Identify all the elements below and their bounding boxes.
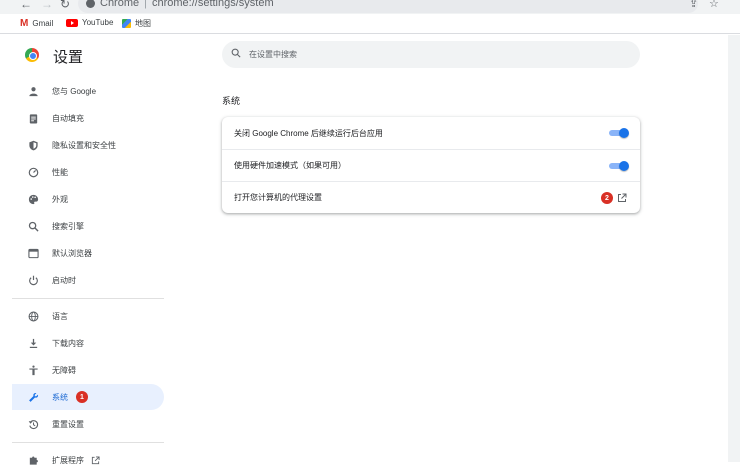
section-title: 系统	[222, 96, 241, 106]
open-in-new-icon	[91, 455, 100, 464]
sidebar-item-reset[interactable]: 重置设置	[12, 411, 164, 437]
clipboard-icon	[27, 112, 39, 124]
share-icon[interactable]: ⇪	[689, 0, 698, 10]
sidebar: 您与 Google 自动填充 隐私设置和安全性 性能 外观 搜索引擎 默认浏览器	[12, 35, 170, 465]
search-icon	[231, 48, 241, 58]
bookmark-star-icon[interactable]: ☆	[709, 0, 719, 10]
sidebar-item-label: 外观	[52, 194, 68, 204]
sidebar-item-label: 扩展程序	[52, 455, 84, 465]
bookmark-maps[interactable]: 地图	[122, 18, 151, 29]
sidebar-item-performance[interactable]: 性能	[12, 159, 164, 185]
settings-page: 设置 在设置中搜索 您与 Google 自动填充 隐私设置和安全性 性能 外观 …	[0, 35, 740, 465]
wrench-icon	[27, 391, 39, 403]
reload-icon[interactable]: ↻	[60, 0, 70, 11]
bookmarks-bar: M Gmail YouTube 地图	[0, 14, 740, 34]
open-in-new-icon[interactable]	[617, 193, 627, 203]
sidebar-item-label: 搜索引擎	[52, 221, 84, 231]
sidebar-item-on-startup[interactable]: 启动时	[12, 267, 164, 293]
sidebar-item-label: 默认浏览器	[52, 248, 92, 258]
sidebar-divider	[12, 442, 164, 443]
sidebar-item-accessibility[interactable]: 无障碍	[12, 357, 164, 383]
browser-icon	[27, 247, 39, 259]
annotation-badge: 2	[601, 192, 613, 204]
sidebar-item-languages[interactable]: 语言	[12, 303, 164, 329]
accessibility-icon	[27, 364, 39, 376]
address-text: Chrome | chrome://settings/system	[100, 0, 274, 9]
bookmark-gmail[interactable]: M Gmail	[20, 18, 53, 29]
download-icon	[27, 337, 39, 349]
sidebar-item-you-and-google[interactable]: 您与 Google	[12, 78, 164, 104]
window-frame-edge	[728, 35, 740, 462]
sidebar-item-appearance[interactable]: 外观	[12, 186, 164, 212]
bookmark-youtube[interactable]: YouTube	[66, 18, 113, 27]
youtube-icon	[66, 18, 78, 27]
search-icon	[27, 220, 39, 232]
setting-row-background-apps[interactable]: 关闭 Google Chrome 后继续运行后台应用	[222, 117, 640, 149]
sidebar-item-autofill[interactable]: 自动填充	[12, 105, 164, 131]
setting-label: 关闭 Google Chrome 后继续运行后台应用	[234, 128, 383, 138]
address-url: chrome://settings/system	[151, 0, 274, 9]
sidebar-item-downloads[interactable]: 下载内容	[12, 330, 164, 356]
sidebar-item-label: 下载内容	[52, 338, 84, 348]
sidebar-item-privacy[interactable]: 隐私设置和安全性	[12, 132, 164, 158]
sidebar-item-default-browser[interactable]: 默认浏览器	[12, 240, 164, 266]
settings-search-input[interactable]: 在设置中搜索	[222, 41, 640, 68]
sidebar-item-search-engine[interactable]: 搜索引擎	[12, 213, 164, 239]
power-icon	[27, 274, 39, 286]
setting-row-proxy-settings[interactable]: 打开您计算机的代理设置 2	[222, 181, 640, 213]
speedometer-icon	[27, 166, 39, 178]
sidebar-item-label: 系统	[52, 392, 68, 402]
puzzle-icon	[27, 454, 39, 466]
bookmark-label: YouTube	[82, 18, 114, 27]
sidebar-divider	[12, 298, 164, 299]
system-settings-card: 关闭 Google Chrome 后继续运行后台应用 使用硬件加速模式（如果可用…	[222, 117, 640, 213]
person-icon	[27, 85, 39, 97]
gmail-icon: M	[20, 18, 29, 29]
sidebar-item-label: 重置设置	[52, 419, 84, 429]
toggle-knob	[619, 161, 629, 171]
setting-row-hardware-acceleration[interactable]: 使用硬件加速模式（如果可用）	[222, 149, 640, 181]
sidebar-item-extensions[interactable]: 扩展程序	[12, 447, 164, 473]
bookmark-label: 地图	[135, 19, 151, 28]
back-arrow-icon[interactable]: ←	[20, 0, 32, 11]
sidebar-item-label: 隐私设置和安全性	[52, 140, 116, 150]
bookmark-label: Gmail	[32, 19, 54, 28]
sidebar-item-label: 自动填充	[52, 113, 84, 123]
annotation-badge: 1	[76, 391, 88, 403]
address-bar[interactable]: Chrome | chrome://settings/system	[78, 0, 698, 13]
hardware-acceleration-toggle[interactable]	[609, 161, 629, 171]
browser-toolbar: ← → ↻ Chrome | chrome://settings/system ⇪ …	[0, 0, 740, 14]
forward-arrow-icon[interactable]: →	[41, 0, 53, 11]
setting-label: 打开您计算机的代理设置	[234, 193, 322, 202]
sidebar-item-system[interactable]: 系统 1	[12, 384, 164, 410]
address-site-name: Chrome	[100, 0, 140, 9]
sidebar-item-label: 无障碍	[52, 365, 76, 375]
reset-icon	[27, 418, 39, 430]
toggle-knob	[619, 128, 629, 138]
sidebar-item-label: 启动时	[52, 275, 76, 285]
shield-icon	[27, 139, 39, 151]
setting-label: 使用硬件加速模式（如果可用）	[234, 161, 346, 170]
search-placeholder: 在设置中搜索	[249, 50, 297, 59]
sidebar-item-label: 语言	[52, 311, 68, 321]
sidebar-item-label: 您与 Google	[52, 86, 97, 96]
sidebar-item-label: 性能	[52, 167, 68, 177]
palette-icon	[27, 193, 39, 205]
chrome-site-icon	[86, 0, 95, 8]
maps-icon	[122, 19, 131, 28]
background-apps-toggle[interactable]	[609, 128, 629, 138]
globe-icon	[27, 310, 39, 322]
